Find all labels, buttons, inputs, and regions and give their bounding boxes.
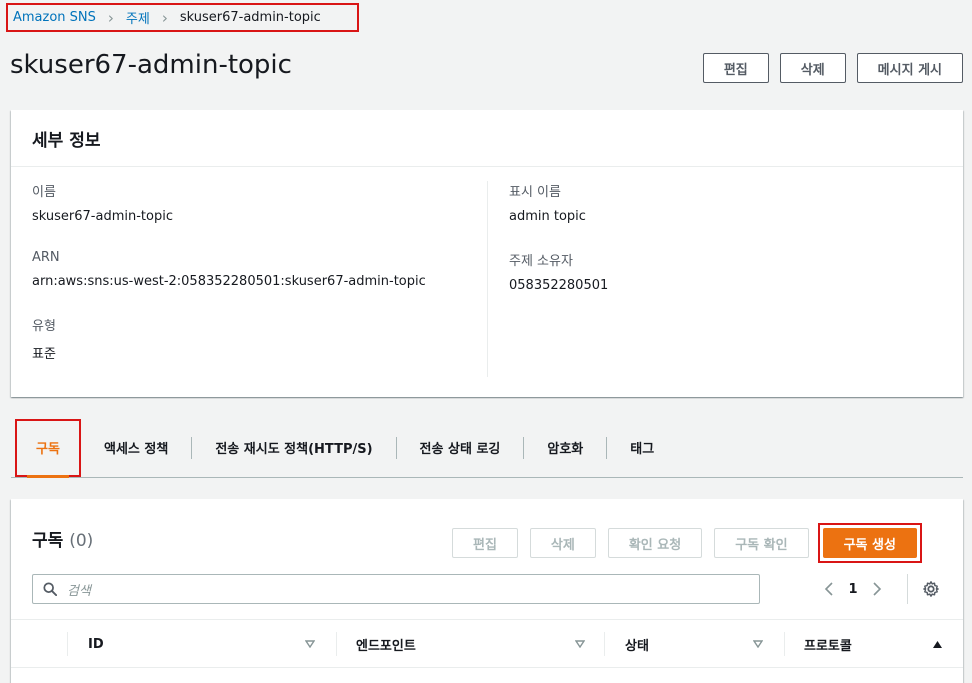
subscription-edit-button[interactable]: 편집 (452, 528, 518, 558)
header-actions: 편집 삭제 메시지 게시 (702, 53, 963, 83)
arn-label: ARN (32, 250, 60, 265)
publish-message-button[interactable]: 메시지 게시 (856, 53, 963, 83)
display-name-value: admin topic (509, 209, 586, 224)
pagination: 1 (817, 579, 889, 599)
edit-button[interactable]: 편집 (702, 53, 769, 83)
column-divider (604, 632, 605, 656)
column-header-status[interactable]: 상태 (625, 620, 649, 668)
column-divider (67, 632, 68, 656)
previous-page-icon[interactable] (817, 579, 841, 599)
breadcrumb-current: skuser67-admin-topic (179, 10, 321, 25)
delete-button[interactable]: 삭제 (779, 53, 846, 83)
tab-delivery-status-logging[interactable]: 전송 상태 로깅 (395, 436, 524, 459)
sort-caret-down-icon[interactable] (575, 620, 585, 668)
subscriptions-title-text: 구독 (32, 531, 64, 551)
display-name-label: 표시 이름 (509, 185, 561, 200)
tab-encryption[interactable]: 암호화 (523, 436, 606, 459)
tab-delivery-retry-policy[interactable]: 전송 재시도 정책(HTTP/S) (191, 436, 395, 459)
subscriptions-panel: 구독 (0) 편집 삭제 확인 요청 구독 확인 구독 생성 검색 1 ID 엔… (11, 499, 963, 683)
breadcrumb: Amazon SNS › 주제 › skuser67-admin-topic (6, 3, 359, 32)
details-title: 세부 정보 (11, 110, 963, 167)
type-label: 유형 (32, 319, 56, 334)
column-header-protocol[interactable]: 프로토콜 (804, 620, 852, 668)
subscription-delete-button[interactable]: 삭제 (529, 528, 596, 558)
search-input[interactable]: 검색 (32, 574, 760, 604)
tab-subscriptions[interactable]: 구독 (15, 418, 81, 478)
arn-value: arn:aws:sns:us-west-2:058352280501:skuse… (32, 274, 426, 289)
breadcrumb-link-sns[interactable]: Amazon SNS (13, 10, 96, 25)
subscriptions-title: 구독 (0) (32, 526, 93, 551)
subscriptions-actions: 편집 삭제 확인 요청 구독 확인 구독 생성 (452, 523, 922, 563)
chevron-right-icon: › (161, 8, 168, 27)
search-placeholder: 검색 (67, 583, 91, 599)
sort-caret-up-icon[interactable] (932, 620, 943, 668)
column-divider (784, 632, 785, 656)
tab-tags[interactable]: 태그 (606, 436, 677, 459)
type-value: 표준 (32, 347, 56, 362)
sort-caret-down-icon[interactable] (305, 620, 315, 668)
request-confirmation-button[interactable]: 확인 요청 (607, 528, 703, 558)
details-panel: 세부 정보 이름 skuser67-admin-topic ARN arn:aw… (11, 110, 963, 397)
next-page-icon[interactable] (865, 579, 889, 599)
details-left-column: 이름 skuser67-admin-topic ARN arn:aws:sns:… (32, 181, 426, 383)
name-value: skuser67-admin-topic (32, 209, 173, 224)
name-label: 이름 (32, 185, 56, 200)
create-subscription-highlight: 구독 생성 (817, 523, 922, 563)
topic-owner-value: 058352280501 (509, 278, 609, 293)
topic-owner-label: 주제 소유자 (509, 254, 573, 269)
page-title: skuser67-admin-topic (10, 50, 292, 80)
confirm-subscription-button[interactable]: 구독 확인 (714, 528, 809, 558)
breadcrumb-link-topics[interactable]: 주제 (126, 8, 150, 27)
tab-access-policy[interactable]: 액세스 정책 (81, 437, 191, 459)
sort-caret-down-icon[interactable] (753, 620, 763, 668)
gear-icon[interactable] (922, 580, 940, 602)
subscriptions-table-header: ID 엔드포인트 상태 프로토콜 (11, 619, 963, 668)
column-header-endpoint[interactable]: 엔드포인트 (356, 620, 416, 668)
create-subscription-button[interactable]: 구독 생성 (822, 528, 917, 558)
current-page[interactable]: 1 (841, 582, 865, 597)
chevron-right-icon: › (107, 8, 114, 27)
pager-divider (907, 574, 908, 604)
details-right-column: 표시 이름 admin topic 주제 소유자 058352280501 (509, 181, 608, 314)
column-divider (336, 632, 337, 656)
subscriptions-count: (0) (69, 531, 94, 551)
details-divider (487, 181, 488, 377)
search-icon (43, 582, 57, 596)
column-header-id[interactable]: ID (88, 620, 104, 668)
topic-tabs: 구독 액세스 정책 전송 재시도 정책(HTTP/S) 전송 상태 로깅 암호화… (11, 418, 963, 478)
